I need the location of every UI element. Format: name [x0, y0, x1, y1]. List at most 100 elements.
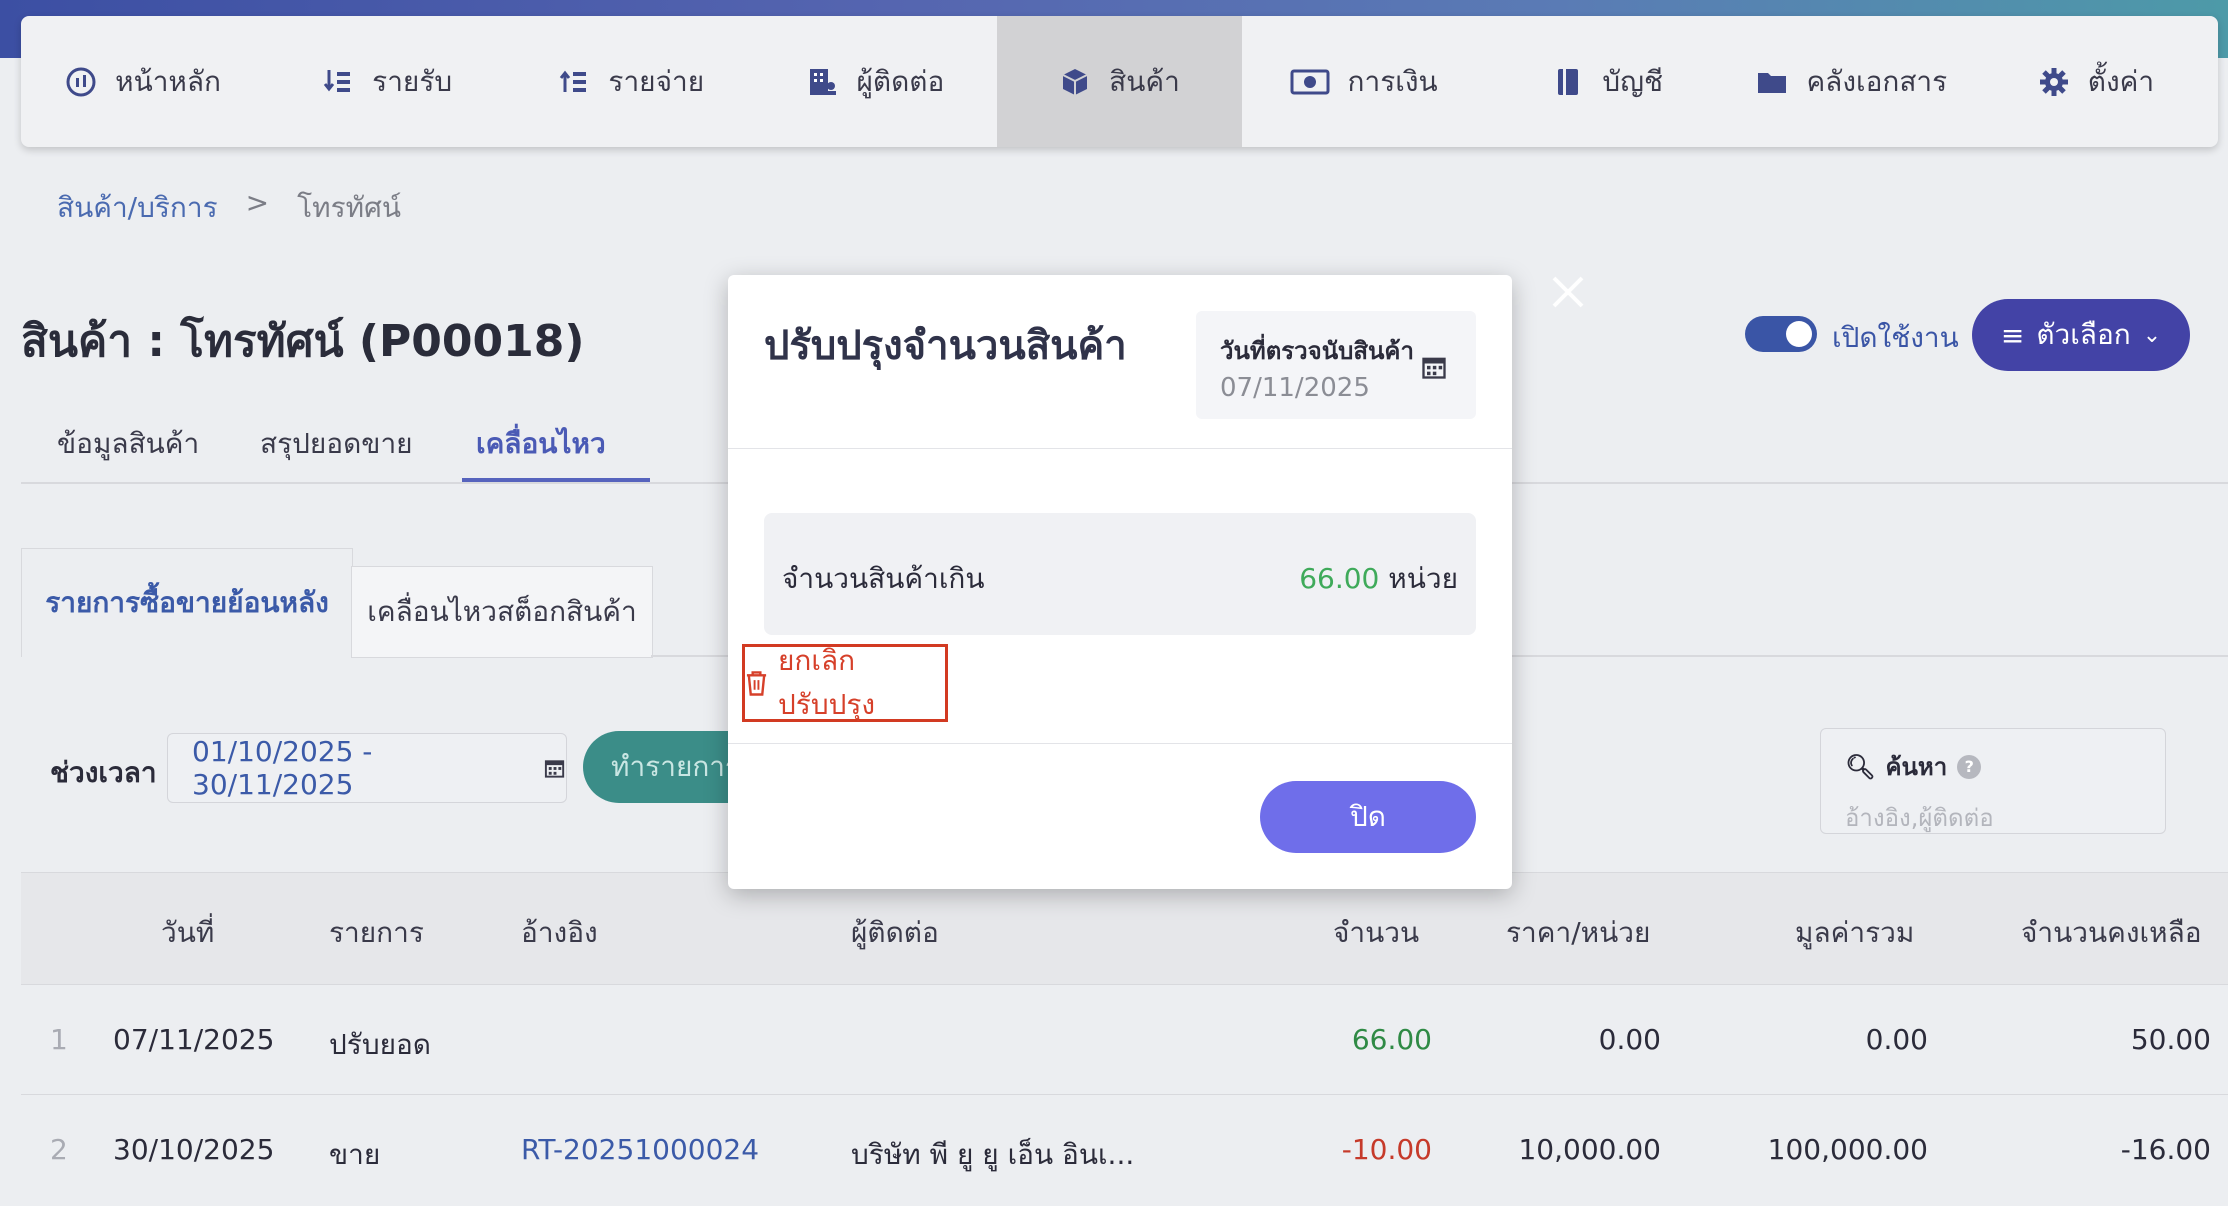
nav-label: บัญชี	[1602, 64, 1664, 98]
count-date-label: วันที่ตรวจนับสินค้า	[1220, 337, 1414, 365]
cancel-adjustment-label: ยกเลิกปรับปรุง	[778, 644, 876, 721]
money-icon	[1290, 69, 1330, 94]
page-title: สินค้า : โทรทัศน์ (P00018)	[21, 316, 585, 367]
ledger-icon	[1558, 68, 1579, 95]
nav-item-documents[interactable]: คลังเอกสาร	[1730, 16, 1974, 147]
row-unit-price: 0.00	[1598, 1023, 1661, 1056]
row-contact: บริษัท พี ยู ยู เอ็น อินเ...	[851, 1138, 1135, 1171]
col-unit-price: ราคา/หน่วย	[1506, 916, 1651, 949]
date-range-input[interactable]: 01/10/2025 - 30/11/2025	[167, 733, 567, 803]
close-icon[interactable]	[1548, 272, 1588, 312]
col-balance: จำนวนคงเหลือ	[2021, 916, 2202, 949]
search-icon: 🔍︎	[1845, 752, 1876, 781]
excess-qty-unit: หน่วย	[1388, 562, 1458, 595]
help-icon[interactable]: ?	[1957, 754, 1982, 779]
row-total: 0.00	[1865, 1023, 1928, 1056]
nav-label: รายจ่าย	[608, 64, 705, 98]
nav-label: คลังเอกสาร	[1806, 64, 1948, 98]
nav-item-expense[interactable]: รายจ่าย	[509, 16, 753, 147]
row-unit-price: 10,000.00	[1518, 1133, 1661, 1166]
options-label: ตัวเลือก	[2036, 318, 2131, 351]
options-button[interactable]: ≡ ตัวเลือก ⌄	[1972, 299, 2190, 371]
active-toggle-label: เปิดใช้งาน	[1832, 321, 1959, 354]
make-transaction-label: ทำรายการ	[611, 750, 741, 783]
nav-label: รายรับ	[372, 64, 453, 98]
active-tab-indicator	[462, 478, 650, 482]
modal-divider	[728, 743, 1512, 744]
nav-item-home[interactable]: หน้าหลัก	[21, 16, 265, 147]
row-total: 100,000.00	[1767, 1133, 1928, 1166]
folder-icon	[1758, 72, 1787, 93]
row-qty: -10.00	[1341, 1133, 1432, 1166]
breadcrumb: สินค้า/บริการ > โทรทัศน์	[57, 186, 401, 230]
trash-icon	[746, 671, 767, 696]
tab-movement[interactable]: เคลื่อนไหว	[476, 422, 606, 466]
row-ref-link[interactable]: RT-20251000024	[521, 1133, 759, 1166]
menu-icon: ≡	[2000, 318, 2025, 352]
date-range-value: 01/10/2025 - 30/11/2025	[192, 735, 373, 801]
row-index: 1	[50, 1023, 68, 1056]
subtab-transaction-history[interactable]: รายการซื้อขายย้อนหลัง	[21, 548, 353, 657]
modal-title: ปรับปรุงจำนวนสินค้า	[764, 323, 1127, 369]
cancel-adjustment-button[interactable]: ยกเลิกปรับปรุง	[742, 644, 948, 722]
nav-item-settings[interactable]: ตั้งค่า	[1974, 16, 2218, 147]
search-title: ค้นหา	[1885, 753, 1948, 781]
breadcrumb-parent-link[interactable]: สินค้า/บริการ	[57, 186, 218, 230]
income-icon	[324, 69, 351, 92]
col-date: วันที่	[161, 916, 215, 949]
calendar-icon	[1422, 357, 1446, 379]
main-nav: หน้าหลัก รายรับ รายจ่าย ผู้ติดต่อ สินค้า…	[21, 16, 2218, 147]
excess-qty-box: จำนวนสินค้าเกิน 66.00 หน่วย	[764, 513, 1476, 635]
col-total: มูลค่ารวม	[1795, 916, 1915, 949]
breadcrumb-separator: >	[245, 186, 270, 219]
row-index: 2	[50, 1133, 68, 1166]
dashboard-icon	[66, 67, 96, 96]
search-title-row: 🔍︎ ค้นหา ?	[1845, 747, 2141, 786]
row-date: 07/11/2025	[113, 1023, 275, 1056]
col-qty: จำนวน	[1333, 916, 1420, 949]
expense-icon	[560, 70, 587, 92]
subtab-stock-movement[interactable]: เคลื่อนไหวสต็อกสินค้า	[351, 566, 653, 658]
row-balance: 50.00	[2130, 1023, 2211, 1056]
row-qty: 66.00	[1351, 1023, 1432, 1056]
nav-item-finance[interactable]: การเงิน	[1242, 16, 1486, 147]
search-placeholder: อ้างอิง,ผู้ติดต่อ	[1845, 804, 1994, 832]
nav-item-products[interactable]: สินค้า	[997, 16, 1242, 147]
col-ref: อ้างอิง	[521, 916, 598, 949]
excess-qty-value: 66.00	[1299, 562, 1380, 595]
nav-label: สินค้า	[1109, 64, 1180, 98]
table-row[interactable]: 1 07/11/2025 ปรับยอด 66.00 0.00 0.00 50.…	[21, 984, 2228, 1095]
tab-sales-summary[interactable]: สรุปยอดขาย	[260, 422, 413, 466]
calendar-icon	[544, 760, 565, 778]
nav-item-contacts[interactable]: ผู้ติดต่อ	[753, 16, 997, 147]
table-row[interactable]: 2 30/10/2025 ขาย RT-20251000024 บริษัท พ…	[21, 1094, 2228, 1205]
date-range-label: ช่วงเวลา	[50, 756, 157, 789]
modal-divider	[728, 448, 1512, 449]
active-toggle[interactable]	[1745, 316, 1817, 352]
breadcrumb-current: โทรทัศน์	[297, 191, 402, 224]
close-button[interactable]: ปิด	[1260, 781, 1476, 853]
nav-item-income[interactable]: รายรับ	[265, 16, 509, 147]
nav-label: ผู้ติดต่อ	[856, 64, 945, 98]
excess-qty-value-group: 66.00 หน่วย	[1299, 557, 1458, 601]
col-type: รายการ	[329, 916, 424, 949]
contacts-icon	[810, 68, 837, 95]
nav-item-accounts[interactable]: บัญชี	[1486, 16, 1730, 147]
tab-product-info[interactable]: ข้อมูลสินค้า	[57, 422, 199, 466]
nav-label: หน้าหลัก	[115, 64, 221, 98]
col-contact: ผู้ติดต่อ	[851, 916, 939, 949]
row-type: ปรับยอด	[329, 1028, 431, 1061]
count-date-value: 07/11/2025	[1220, 373, 1370, 403]
product-box-icon	[1062, 68, 1088, 95]
row-balance: -16.00	[2120, 1133, 2211, 1166]
search-input[interactable]: 🔍︎ ค้นหา ? อ้างอิง,ผู้ติดต่อ	[1820, 728, 2166, 834]
gear-icon	[2039, 67, 2068, 96]
excess-qty-label: จำนวนสินค้าเกิน	[782, 562, 985, 595]
count-date-field[interactable]: วันที่ตรวจนับสินค้า 07/11/2025	[1196, 311, 1476, 419]
nav-label: ตั้งค่า	[2087, 64, 2155, 98]
row-type: ขาย	[329, 1138, 381, 1171]
adjust-stock-modal: ปรับปรุงจำนวนสินค้า วันที่ตรวจนับสินค้า …	[728, 275, 1512, 889]
row-date: 30/10/2025	[113, 1133, 275, 1166]
nav-label: การเงิน	[1347, 64, 1438, 98]
chevron-down-icon: ⌄	[2142, 322, 2162, 348]
